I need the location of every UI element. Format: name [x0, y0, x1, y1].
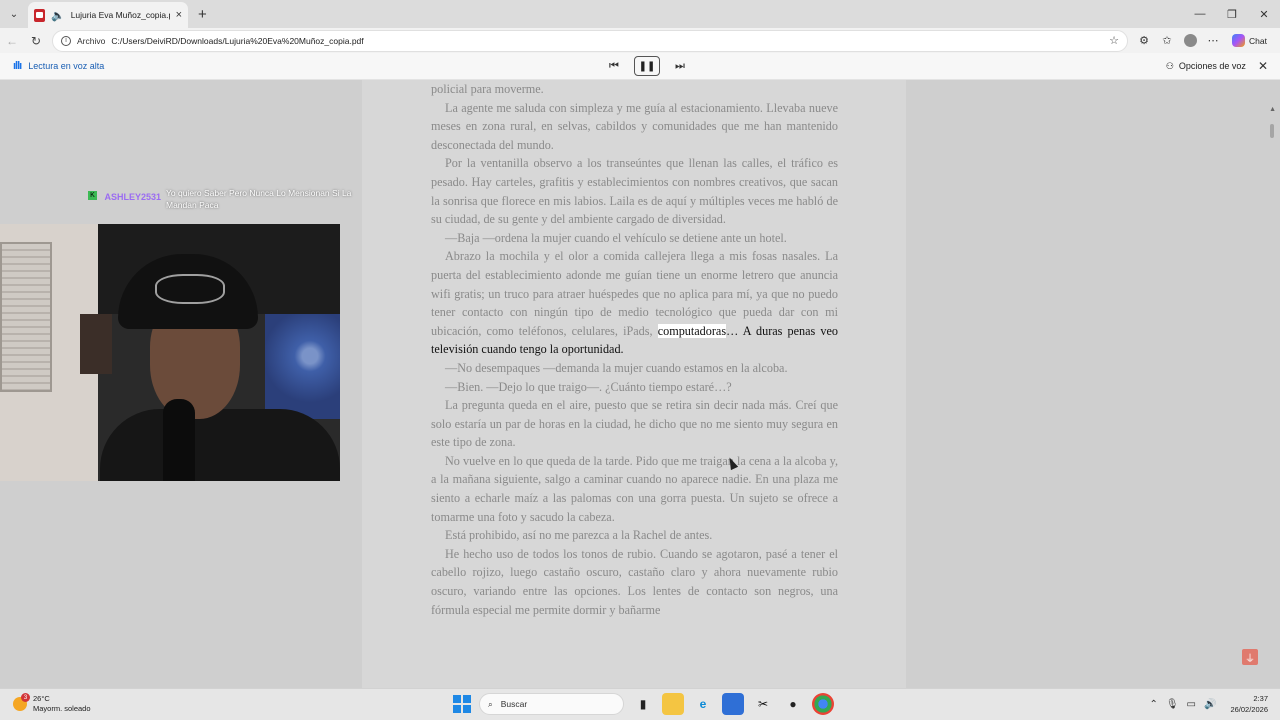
close-window-icon[interactable]: ✕: [1248, 0, 1280, 28]
network-icon[interactable]: ▭: [1187, 699, 1196, 710]
avatar: [1183, 34, 1197, 47]
read-aloud-right: ⚇ Opciones de voz ✕: [1166, 59, 1268, 73]
paragraph: —No desempaques —demanda la mujer cuando…: [445, 360, 788, 375]
weather-temp: 26°C: [33, 694, 50, 703]
favorites-icon[interactable]: ✩: [1157, 31, 1177, 51]
tab-pdf[interactable]: 🔈 Lujuria Eva Muñoz_copia.pdf ×: [28, 2, 188, 28]
webcam-microphone: [163, 399, 195, 481]
webcam-person-body: [100, 409, 340, 481]
taskbar-apps: ⌕ Buscar ▮ e ✂ ●: [453, 693, 834, 715]
stream-chat-overlay: K ASHLEY2531 Yo quiero Saber Pero Nunca …: [88, 187, 368, 210]
paragraph: La pregunta queda en el aire, puesto que…: [431, 398, 838, 450]
clock-time: 2:37: [1253, 694, 1268, 703]
weather-text: 26°C Mayorm. soleado: [33, 694, 91, 714]
paragraph: —Bien. —Dejo lo que traigo—. ¿Cuánto tie…: [445, 379, 732, 394]
scroll-thumb[interactable]: [1270, 124, 1274, 138]
edge-icon[interactable]: e: [692, 693, 714, 715]
copilot-icon: [1232, 34, 1245, 47]
speaker-icon[interactable]: 🔈: [51, 9, 65, 22]
task-view-icon[interactable]: ▮: [632, 693, 654, 715]
read-aloud-bar: ıllı Lectura en voz alta ⏮ ❚❚ ⏭ ⚇ Opcion…: [0, 53, 1280, 80]
tab-close-icon[interactable]: ×: [176, 9, 182, 21]
webcam-overlay: [0, 224, 340, 481]
file-explorer-icon[interactable]: [662, 693, 684, 715]
url-scheme-label: Archivo: [77, 35, 106, 46]
voice-options-icon: ⚇: [1165, 60, 1174, 71]
clock[interactable]: 2:37 26/02/2026: [1230, 693, 1268, 715]
extensions-icon[interactable]: ⚙: [1134, 31, 1154, 51]
paragraph: —Baja —ordena la mujer cuando el vehícul…: [445, 230, 787, 245]
current-word-highlight: computadoras: [657, 323, 727, 338]
paragraph-reading: Abrazo la mochila y el olor a comida cal…: [431, 247, 838, 359]
close-read-aloud-icon[interactable]: ✕: [1258, 59, 1268, 73]
clock-date: 26/02/2026: [1230, 705, 1268, 714]
audio-wave-icon: ıllı: [13, 60, 22, 72]
copilot-chat-button[interactable]: Chat: [1226, 31, 1273, 51]
paragraph: Está prohibido, así no me parezca a la R…: [445, 528, 713, 543]
voice-options-button[interactable]: ⚇ Opciones de voz: [1166, 61, 1246, 72]
tab-title: Lujuria Eva Muñoz_copia.pdf: [70, 10, 170, 20]
read-aloud-label: Lectura en voz alta: [28, 61, 105, 71]
page-text: policial para moverme. La agente me salu…: [431, 80, 838, 619]
pdf-file-icon: [34, 8, 45, 22]
new-tab-button[interactable]: +: [198, 6, 207, 23]
scroll-up-icon[interactable]: ▲: [1269, 106, 1276, 113]
taskbar-search[interactable]: ⌕ Buscar: [479, 693, 624, 715]
capcut-icon[interactable]: ✂: [752, 693, 774, 715]
vertical-scrollbar[interactable]: ▲: [1268, 80, 1276, 688]
chat-message: Yo quiero Saber Pero Nunca Lo Mensionan …: [166, 188, 352, 210]
store-icon[interactable]: [722, 693, 744, 715]
sun-icon: 3: [13, 693, 30, 711]
windows-start-icon[interactable]: [453, 695, 471, 713]
paragraph: policial para moverme.: [431, 82, 544, 96]
playback-controls: ⏮ ❚❚ ⏭: [606, 56, 688, 76]
minimize-icon[interactable]: —: [1184, 0, 1216, 28]
refresh-icon[interactable]: ↻: [24, 30, 48, 52]
webcam-cap-logo: [155, 274, 225, 304]
webcam-air-conditioner: [0, 242, 52, 392]
toolbar-icons: ⚙ ✩ ⋯ Chat: [1134, 31, 1273, 51]
paragraph: La agente me saluda con simpleza y me gu…: [431, 100, 838, 152]
profile-avatar[interactable]: [1180, 31, 1200, 51]
paragraph: Por la ventanilla observo a los transeún…: [431, 156, 838, 227]
chat-badge: K: [88, 191, 97, 201]
obs-icon[interactable]: ●: [782, 693, 804, 715]
search-icon: ⌕: [488, 698, 493, 709]
webcam-shelf: [80, 314, 112, 374]
next-paragraph-icon[interactable]: ⏭: [672, 60, 688, 73]
volume-icon[interactable]: 🔊: [1204, 699, 1216, 710]
info-icon[interactable]: i: [61, 35, 71, 46]
previous-paragraph-icon[interactable]: ⏮: [606, 60, 622, 73]
tab-strip: ⌄ 🔈 Lujuria Eva Muñoz_copia.pdf × + — ❐ …: [0, 0, 1280, 28]
chrome-icon[interactable]: [812, 693, 834, 715]
tab-actions-menu-icon[interactable]: ⌄: [3, 3, 25, 25]
notification-badge: 3: [21, 693, 30, 702]
chat-label: Chat: [1249, 35, 1267, 46]
acrobat-icon[interactable]: ⏚: [1242, 649, 1258, 665]
webcam-blanket: [265, 314, 340, 419]
chevron-up-icon[interactable]: ⌃: [1149, 699, 1157, 710]
pdf-page: policial para moverme. La agente me salu…: [362, 80, 906, 688]
window-controls: — ❐ ✕: [1184, 0, 1280, 28]
navigation-bar: ← ↻ i Archivo C:/Users/DeiviRD/Downloads…: [0, 28, 1280, 53]
read-aloud-title: ıllı Lectura en voz alta: [13, 60, 104, 72]
url-text[interactable]: C:/Users/DeiviRD/Downloads/Lujuria%20Eva…: [111, 36, 1103, 46]
voice-options-label: Opciones de voz: [1178, 61, 1246, 71]
search-label: Buscar: [500, 699, 528, 709]
weather-desc: Mayorm. soleado: [33, 704, 91, 713]
paragraph: No vuelve en lo que queda de la tarde. P…: [431, 453, 838, 524]
microphone-icon[interactable]: 🎙: [1166, 699, 1179, 710]
back-arrow-icon[interactable]: ←: [0, 30, 24, 52]
favorite-star-icon[interactable]: ☆: [1109, 34, 1119, 47]
weather-widget[interactable]: 3 26°C Mayorm. soleado: [13, 693, 91, 714]
restore-icon[interactable]: ❐: [1216, 0, 1248, 28]
more-options-icon[interactable]: ⋯: [1203, 31, 1223, 51]
pdf-viewer[interactable]: policial para moverme. La agente me salu…: [0, 80, 1280, 688]
taskbar: 3 26°C Mayorm. soleado ⌕ Buscar ▮ e ✂ ● …: [0, 688, 1280, 720]
pause-button[interactable]: ❚❚: [634, 56, 660, 76]
system-tray: ⌃ 🎙 ▭ 🔊 2:37 26/02/2026: [1149, 693, 1268, 715]
chat-username: ASHLEY2531: [104, 192, 161, 202]
address-bar[interactable]: i Archivo C:/Users/DeiviRD/Downloads/Luj…: [52, 29, 1128, 52]
paragraph: He hecho uso de todos los tonos de rubio…: [431, 546, 838, 617]
